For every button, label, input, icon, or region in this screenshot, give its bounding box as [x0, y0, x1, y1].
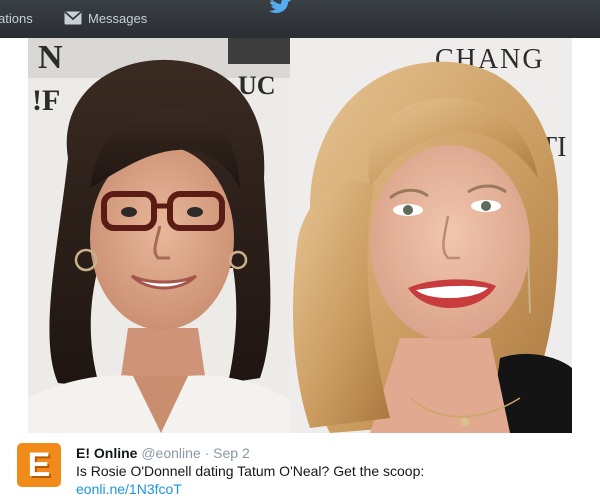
nav-messages[interactable]: Messages — [64, 9, 147, 27]
twitter-bird-icon[interactable] — [268, 0, 292, 18]
tweet-card: N !F UC CHANG TI E E! Online @eonline · … — [0, 38, 600, 500]
nav-notifications-label: ations — [0, 10, 33, 26]
tweet-separator: · — [204, 445, 210, 461]
photo-left-woman: N !F UC — [28, 38, 290, 433]
eonline-logo-icon: E — [27, 446, 51, 484]
envelope-icon — [64, 11, 82, 25]
tweet-author-name[interactable]: E! Online — [76, 445, 137, 461]
nav-messages-label: Messages — [88, 10, 148, 26]
portrait-right-illustration: CHANG TI — [290, 38, 572, 433]
portrait-left-illustration: N !F UC — [28, 38, 290, 433]
tweet-header: E! Online @eonline · Sep 2 — [76, 445, 250, 461]
backdrop-letters-left-2: !F — [32, 84, 60, 117]
tweet-photo[interactable]: N !F UC CHANG TI — [28, 38, 572, 433]
backdrop-letters-left-1: N — [38, 39, 63, 76]
backdrop-letters-left-3: UC — [238, 71, 276, 100]
tweet-date[interactable]: Sep 2 — [213, 445, 250, 461]
photo-right-woman: CHANG TI — [290, 38, 572, 433]
tweet: E E! Online @eonline · Sep 2 Is Rosie O'… — [0, 433, 600, 500]
nav-notifications[interactable]: ations — [0, 9, 33, 27]
tweet-text: Is Rosie O'Donnell dating Tatum O'Neal? … — [76, 463, 425, 479]
avatar[interactable]: E — [17, 443, 61, 487]
top-nav-bar: ations Messages — [0, 0, 600, 38]
tweet-author-handle[interactable]: @eonline — [141, 445, 200, 461]
tweet-link[interactable]: eonli.ne/1N3fcoT — [76, 481, 182, 497]
